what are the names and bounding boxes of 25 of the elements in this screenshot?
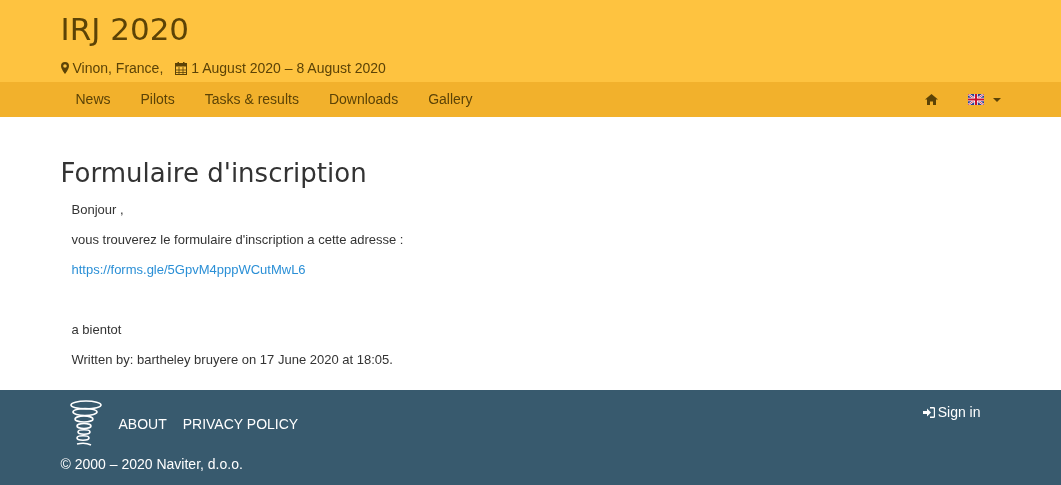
intro-text: vous trouverez le formulaire d'inscription a cette adresse : xyxy=(71,231,405,249)
calendar-icon xyxy=(175,61,188,75)
nav-link[interactable]: Gallery xyxy=(413,82,488,117)
nav-link[interactable]: Pilots xyxy=(125,82,190,117)
byline-text: Written by: bartheley bruyere on 17 June 2020 at 18:05. xyxy=(71,351,394,369)
flag-icon xyxy=(967,94,984,105)
event-title: IRJ 2020 xyxy=(60,10,191,48)
sign-in-link[interactable]: Sign in xyxy=(922,404,981,420)
footer-link[interactable]: ABOUT xyxy=(118,416,167,432)
closing-text: a bientot xyxy=(71,321,123,339)
sign-in-icon xyxy=(922,406,935,418)
copyright-text: © 2000 – 2020 Naviter, d.o.o. xyxy=(60,456,244,472)
nav-link[interactable]: Tasks & results xyxy=(189,82,314,117)
caret-icon xyxy=(992,97,1001,102)
greeting-text: Bonjour , xyxy=(71,201,125,219)
home-icon[interactable] xyxy=(924,94,938,105)
map-pin-icon xyxy=(60,62,69,74)
nav-link[interactable]: Downloads xyxy=(313,82,414,117)
nav-link[interactable]: News xyxy=(60,82,126,117)
event-location: Vinon, France, xyxy=(72,60,164,76)
footer-link[interactable]: PRIVACY POLICY xyxy=(182,416,299,432)
form-link[interactable]: https://forms.gle/5GpvM4pppWCutMwL6 xyxy=(71,262,306,277)
tornado-logo-icon xyxy=(68,400,103,448)
article-title: Formulaire d'inscription xyxy=(60,157,368,189)
event-dates: 1 August 2020 – 8 August 2020 xyxy=(191,60,386,76)
